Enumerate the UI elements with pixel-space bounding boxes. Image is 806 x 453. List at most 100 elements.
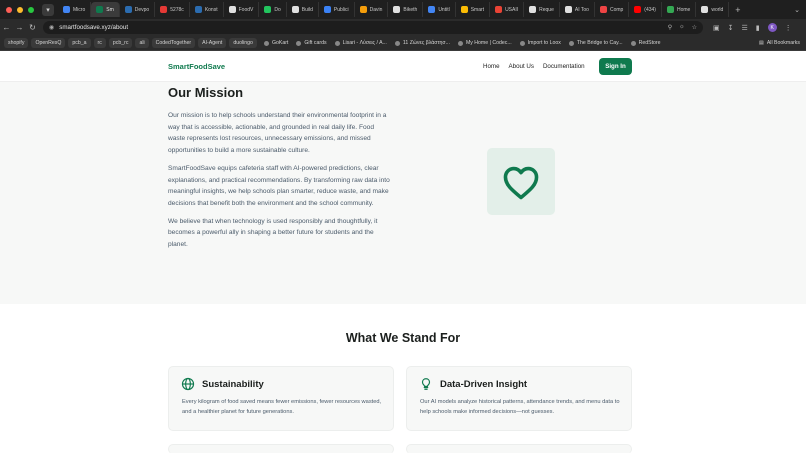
profile-avatar[interactable]: K	[767, 23, 777, 32]
value-card-title: Sustainability	[202, 379, 264, 390]
translate-icon[interactable]: ☼	[679, 24, 685, 31]
browser-tab[interactable]: (434)	[629, 2, 662, 17]
browser-tab[interactable]: Konst	[190, 2, 224, 17]
tab-label: Davin	[369, 6, 383, 13]
bookmark-item[interactable]: The Bridge to Cay...	[565, 38, 627, 48]
bookmark-favicon-icon	[457, 40, 463, 46]
reading-list-icon[interactable]: ☰	[742, 24, 748, 32]
browser-tab[interactable]: Micro	[58, 2, 92, 17]
bookmark-label: pcb_a	[72, 40, 87, 46]
download-icon[interactable]: ↧	[728, 24, 734, 32]
bookmark-item[interactable]: 11 Ζώνες βλάστησ...	[391, 38, 454, 48]
tab-favicon-icon	[124, 6, 132, 13]
bookmark-item[interactable]: ali	[135, 38, 149, 48]
sign-in-button[interactable]: Sign In	[599, 58, 632, 75]
nav-link-home[interactable]: Home	[483, 63, 500, 70]
browser-tab[interactable]: 5278c	[155, 2, 190, 17]
tab-favicon-icon	[96, 6, 104, 13]
maximize-window-button[interactable]	[28, 6, 34, 13]
tab-label: Publici	[333, 6, 349, 13]
bookmark-item[interactable]: Gift cards	[292, 38, 330, 48]
heart-icon	[503, 166, 539, 199]
bookmark-item[interactable]: CodedTogether	[151, 38, 196, 48]
tab-favicon-icon	[264, 6, 272, 13]
tab-favicon-icon	[701, 6, 709, 13]
bookmark-item[interactable]: AI-Agent	[198, 38, 227, 48]
browser-tab[interactable]: AI Too	[560, 2, 595, 17]
close-window-button[interactable]	[6, 6, 12, 13]
tab-search-chevron-icon[interactable]: ▾	[42, 3, 54, 16]
bookmark-star-icon[interactable]: ☆	[692, 24, 697, 31]
bookmark-label: shopify	[8, 40, 25, 46]
bookmark-item[interactable]: OpenResQ	[31, 38, 66, 48]
location-pin-icon[interactable]: ⚲	[668, 24, 672, 31]
browser-tab[interactable]: Davin	[355, 2, 389, 17]
tab-favicon-icon	[529, 6, 537, 13]
browser-tab[interactable]: world	[696, 2, 730, 17]
tab-label: Biketh	[403, 6, 418, 13]
tab-overflow-chevron-icon[interactable]: ⌄	[794, 6, 806, 14]
bookmark-item[interactable]: duolingo	[229, 38, 257, 48]
bookmark-item[interactable]: rc	[93, 38, 106, 48]
bookmark-item[interactable]: pcb_rc	[108, 38, 133, 48]
all-bookmarks-button[interactable]: ▤ All Bookmarks	[759, 40, 806, 46]
browser-tab[interactable]: Smart	[456, 2, 491, 17]
bookmark-label: duolingo	[233, 40, 253, 46]
browser-tab[interactable]: Home	[662, 2, 697, 17]
nav-link-documentation[interactable]: Documentation	[543, 63, 585, 70]
bookmark-label: OpenResQ	[35, 40, 62, 46]
browser-tab[interactable]: Untitl	[423, 2, 456, 17]
site-logo[interactable]: SmartFoodSave	[168, 62, 225, 71]
tab-label: Home	[676, 6, 691, 13]
browser-tab[interactable]: Build	[287, 2, 319, 17]
browser-tab[interactable]: Do	[259, 2, 287, 17]
bookmark-item[interactable]: GoKart	[260, 38, 292, 48]
bookmark-favicon-icon	[296, 40, 302, 46]
browser-tab[interactable]: Biketh	[388, 2, 424, 17]
tab-label: Build	[301, 6, 313, 13]
value-card-sustainability: Sustainability Every kilogram of food sa…	[168, 366, 394, 431]
nav-link-about-us[interactable]: About Us	[509, 63, 534, 70]
bookmark-label: AI-Agent	[202, 40, 223, 46]
browser-tab[interactable]: Publici	[319, 2, 355, 17]
bookmark-item[interactable]: Import to Loox	[516, 38, 565, 48]
bookmark-item[interactable]: My Home | Codec...	[454, 38, 516, 48]
bookmark-label: GoKart	[271, 40, 289, 46]
value-card-partial	[168, 444, 394, 453]
side-panel-icon[interactable]: ▮	[756, 24, 760, 32]
tab-label: Untitl	[438, 6, 450, 13]
browser-tab[interactable]: USAII	[490, 2, 525, 17]
bookmark-item[interactable]: Lisari - Λύσεις / Α...	[331, 38, 391, 48]
tab-label: Do	[274, 6, 281, 13]
bookmark-item[interactable]: shopify	[4, 38, 29, 48]
bookmark-label: Gift cards	[304, 40, 327, 46]
bookmark-label: 11 Ζώνες βλάστησ...	[402, 40, 450, 46]
tab-favicon-icon	[564, 6, 572, 13]
extensions-puzzle-icon[interactable]: ▣	[713, 24, 720, 32]
browser-tab[interactable]: Devpo	[120, 2, 156, 17]
bookmark-label: rc	[97, 40, 102, 46]
address-bar[interactable]: ◉ smartfoodsave.xyz/about ⚲ ☼ ☆	[43, 21, 703, 34]
browser-tab[interactable]: FoodV	[224, 2, 260, 17]
value-card-title: Data-Driven Insight	[440, 379, 528, 390]
bookmark-item[interactable]: RedStore	[627, 38, 665, 48]
bookmark-label: Lisari - Λύσεις / Α...	[342, 40, 387, 46]
forward-arrow-icon[interactable]: →	[13, 23, 26, 32]
bookmark-label: Import to Loox	[527, 40, 561, 46]
tab-label: (434)	[644, 6, 656, 13]
new-tab-plus-icon[interactable]: +	[729, 5, 746, 15]
mission-section: Our Mission Our mission is to help schoo…	[0, 82, 806, 304]
reload-icon[interactable]: ↻	[26, 23, 39, 32]
browser-tab[interactable]: Reque	[524, 2, 560, 17]
minimize-window-button[interactable]	[17, 6, 23, 13]
tab-favicon-icon	[194, 6, 202, 13]
tab-label: Comp	[609, 6, 624, 13]
back-arrow-icon[interactable]: ←	[0, 23, 13, 32]
address-url[interactable]: smartfoodsave.xyz/about	[59, 24, 128, 31]
bookmark-favicon-icon	[394, 40, 400, 46]
site-info-icon[interactable]: ◉	[49, 24, 54, 31]
browser-menu-icon[interactable]: ⋮	[785, 24, 792, 32]
browser-tab[interactable]: Comp	[595, 2, 630, 17]
browser-tab[interactable]: Sm	[91, 2, 120, 17]
bookmark-item[interactable]: pcb_a	[68, 38, 91, 48]
